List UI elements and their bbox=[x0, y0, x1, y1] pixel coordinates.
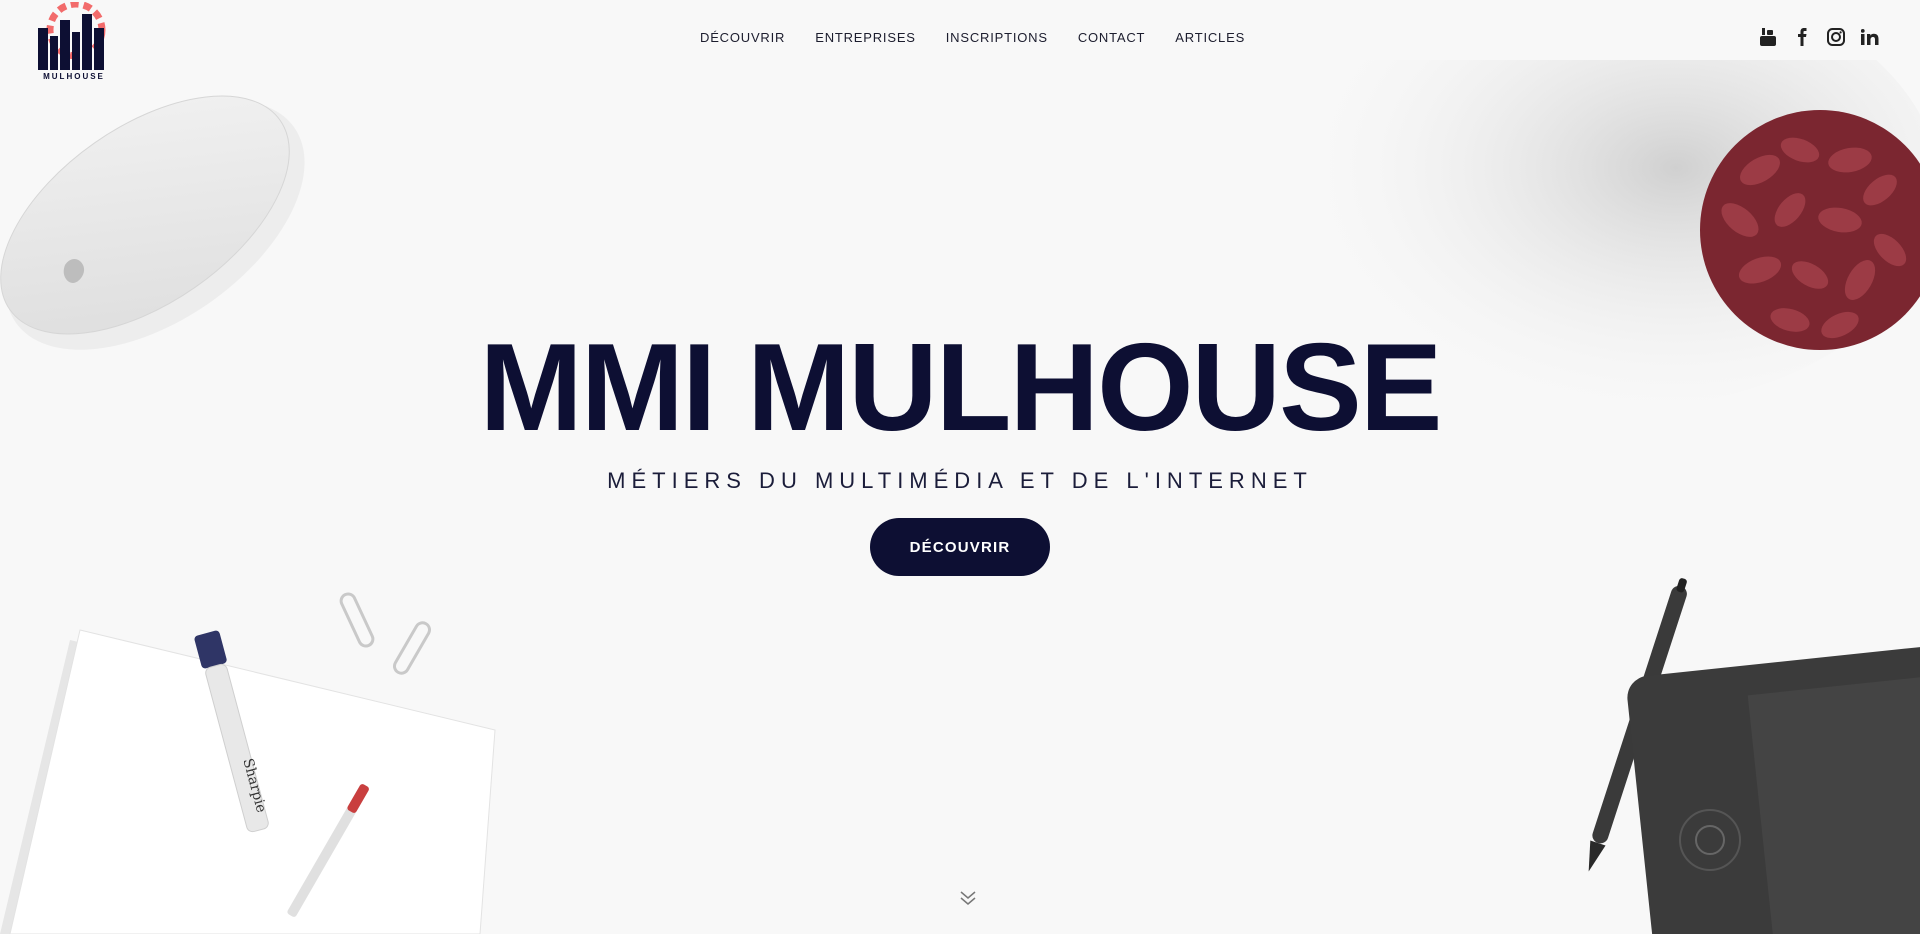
scroll-down-icon[interactable] bbox=[958, 888, 978, 908]
nav-item-decouvrir[interactable]: DÉCOUVRIR bbox=[700, 30, 785, 45]
logo-link[interactable]: MULHOUSE bbox=[36, 0, 112, 84]
social-links bbox=[1758, 26, 1880, 48]
paper-stack-image: Sharpie bbox=[0, 592, 496, 934]
discover-button[interactable]: DÉCOUVRIR bbox=[870, 518, 1050, 576]
site-header: MULHOUSE DÉCOUVRIR ENTREPRISES INSCRIPTI… bbox=[0, 0, 1920, 81]
nav-item-articles[interactable]: ARTICLES bbox=[1175, 30, 1245, 45]
page: Sharpie MULHOUSE DÉCOUVRIR ENTREPRISES I… bbox=[0, 0, 1920, 934]
linkedin-icon[interactable] bbox=[1860, 26, 1880, 48]
nav-item-inscriptions[interactable]: INSCRIPTIONS bbox=[946, 30, 1048, 45]
hero-subtitle: MÉTIERS DU MULTIMÉDIA ET DE L'INTERNET bbox=[607, 468, 1313, 493]
youtube-icon[interactable] bbox=[1758, 26, 1778, 48]
tablet-image bbox=[1588, 578, 1920, 934]
facebook-icon[interactable] bbox=[1792, 26, 1812, 48]
logo-icon bbox=[38, 0, 106, 70]
nav-item-contact[interactable]: CONTACT bbox=[1078, 30, 1145, 45]
instagram-icon[interactable] bbox=[1826, 26, 1846, 48]
logo-text: MULHOUSE bbox=[43, 72, 105, 81]
main-nav: DÉCOUVRIR ENTREPRISES INSCRIPTIONS CONTA… bbox=[700, 30, 1245, 45]
hero-title: MMI MULHOUSE bbox=[479, 319, 1442, 457]
nav-item-entreprises[interactable]: ENTREPRISES bbox=[815, 30, 916, 45]
